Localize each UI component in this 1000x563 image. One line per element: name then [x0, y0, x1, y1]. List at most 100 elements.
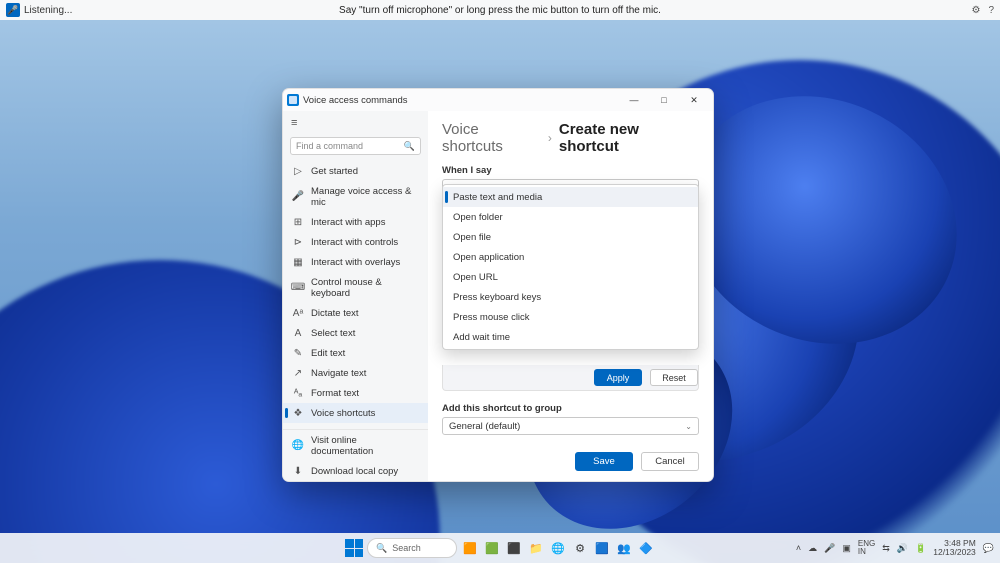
breadcrumb-parent[interactable]: Voice shortcuts	[442, 121, 541, 155]
sidebar-icon: ⊳	[292, 237, 304, 248]
app-logo-icon	[287, 94, 299, 106]
onedrive-icon[interactable]: ☁	[808, 543, 817, 554]
volume-icon[interactable]: 🔊	[897, 543, 908, 554]
cancel-button[interactable]: Cancel	[641, 452, 699, 471]
tray-chevron-icon[interactable]: ˄	[796, 543, 801, 553]
battery-icon[interactable]: 🔋	[915, 543, 926, 554]
taskbar-app-4[interactable]: 🟦	[593, 539, 611, 557]
maximize-button[interactable]: □	[649, 89, 679, 111]
voice-hint: Say "turn off microphone" or long press …	[339, 5, 661, 16]
action-option-open-folder[interactable]: Open folder	[443, 207, 698, 227]
notifications-icon[interactable]: 💬	[983, 543, 994, 554]
tray-app-icon[interactable]: ▣	[842, 543, 851, 554]
taskbar-app-6[interactable]: 🔷	[637, 539, 655, 557]
taskbar-search-placeholder: Search	[392, 543, 421, 553]
sidebar-item-manage-voice-access-mic[interactable]: 🎤 Manage voice access & mic	[283, 181, 428, 212]
sidebar-icon: ↗	[292, 368, 304, 379]
sidebar-item-navigate-text[interactable]: ↗ Navigate text	[283, 363, 428, 383]
group-label: Add this shortcut to group	[442, 403, 699, 414]
sidebar-item-label: Voice shortcuts	[311, 408, 375, 419]
clock[interactable]: 3:48 PM 12/13/2023	[933, 539, 976, 558]
sidebar-item-label: Download local copy	[311, 466, 398, 477]
search-icon: 🔍	[404, 141, 415, 152]
search-placeholder: Find a command	[296, 141, 363, 151]
action-option-press-keyboard-keys[interactable]: Press keyboard keys	[443, 287, 698, 307]
sidebar-item-interact-with-overlays[interactable]: ▦ Interact with overlays	[283, 252, 428, 272]
voice-access-bar: 🎤 Listening... Say "turn off microphone"…	[0, 0, 1000, 20]
voice-state-label: Listening...	[24, 5, 72, 16]
language-indicator[interactable]: ENGIN	[858, 540, 875, 556]
sidebar-item-label: Interact with overlays	[311, 257, 400, 268]
breadcrumb-current: Create new shortcut	[559, 121, 699, 155]
sidebar-icon: ⬇	[292, 466, 304, 477]
action-option-paste-text-and-media[interactable]: Paste text and media	[443, 187, 698, 207]
action-option-open-application[interactable]: Open application	[443, 247, 698, 267]
settings-taskbar-icon[interactable]: ⚙	[571, 539, 589, 557]
taskbar-app-2[interactable]: 🟩	[483, 539, 501, 557]
sidebar-item-label: Control mouse & keyboard	[311, 277, 419, 299]
file-explorer-icon[interactable]: 📁	[527, 539, 545, 557]
action-option-add-wait-time[interactable]: Add wait time	[443, 327, 698, 347]
sidebar-item-edit-text[interactable]: ✎ Edit text	[283, 343, 428, 363]
sidebar-icon: ✎	[292, 348, 304, 359]
sidebar-item-control-mouse-keyboard[interactable]: ⌨ Control mouse & keyboard	[283, 272, 428, 303]
search-input[interactable]: Find a command 🔍	[290, 137, 421, 155]
titlebar[interactable]: Voice access commands — □ ✕	[283, 89, 713, 111]
voice-state[interactable]: 🎤 Listening...	[6, 3, 72, 17]
sidebar-item-label: Navigate text	[311, 368, 366, 379]
sidebar: ≡ Find a command 🔍 ▷Get started 🎤 Manage v…	[283, 111, 428, 481]
action-dropdown: Paste text and mediaOpen folderOpen file…	[442, 184, 699, 350]
taskbar-app-1[interactable]: 🟧	[461, 539, 479, 557]
sidebar-item-voice-shortcuts[interactable]: ❖ Voice shortcuts	[283, 403, 428, 423]
sidebar-icon: ⌨	[292, 282, 304, 293]
sidebar-item-dictate-text[interactable]: AᵃDictate text	[283, 303, 428, 323]
taskbar-app-5[interactable]: 👥	[615, 539, 633, 557]
sidebar-item-format-text[interactable]: ᴬₐ Format text	[283, 383, 428, 403]
when-i-say-label: When I say	[442, 165, 699, 176]
sidebar-item-select-text[interactable]: ASelect text	[283, 323, 428, 343]
start-button[interactable]	[345, 539, 363, 557]
settings-icon[interactable]: ⚙	[971, 5, 980, 16]
action-option-press-mouse-click[interactable]: Press mouse click	[443, 307, 698, 327]
sidebar-item-label: Interact with apps	[311, 217, 385, 228]
sidebar-icon: A	[292, 328, 304, 339]
microphone-icon: 🎤	[6, 3, 20, 17]
sidebar-icon: ▦	[292, 257, 304, 268]
taskbar: 🔍 Search 🟧 🟩 ⬛ 📁 🌐 ⚙ 🟦 👥 🔷 ˄ ☁ 🎤 ▣ ENGIN…	[0, 533, 1000, 563]
sidebar-icon: ⊞	[292, 217, 304, 228]
apply-button[interactable]: Apply	[594, 369, 642, 386]
sidebar-item-label: Dictate text	[311, 308, 359, 319]
action-option-open-url[interactable]: Open URL	[443, 267, 698, 287]
breadcrumb: Voice shortcuts › Create new shortcut	[442, 121, 699, 155]
taskbar-search[interactable]: 🔍 Search	[367, 538, 457, 558]
hamburger-icon[interactable]: ≡	[283, 111, 428, 135]
sidebar-icon: 🌐	[292, 440, 304, 451]
sidebar-item-interact-with-apps[interactable]: ⊞ Interact with apps	[283, 212, 428, 232]
sidebar-icon: ❖	[292, 408, 304, 419]
sidebar-item-label: Manage voice access & mic	[311, 186, 419, 208]
edge-icon[interactable]: 🌐	[549, 539, 567, 557]
wifi-icon[interactable]: ⇆	[882, 543, 890, 554]
tray-mic-icon[interactable]: 🎤	[824, 543, 835, 554]
sidebar-icon: ᴬₐ	[292, 388, 304, 399]
sidebar-item-label: Edit text	[311, 348, 345, 359]
group-select[interactable]: General (default) ⌄	[442, 417, 699, 435]
close-button[interactable]: ✕	[679, 89, 709, 111]
sidebar-item-interact-with-controls[interactable]: ⊳ Interact with controls	[283, 232, 428, 252]
help-icon[interactable]: ?	[988, 5, 994, 16]
sidebar-item-label: Get started	[311, 166, 358, 177]
sidebar-item-label: Format text	[311, 388, 359, 399]
chevron-down-icon: ⌄	[685, 422, 692, 431]
sidebar-item-visit-online-documentation[interactable]: 🌐 Visit online documentation	[283, 430, 428, 461]
action-option-open-file[interactable]: Open file	[443, 227, 698, 247]
minimize-button[interactable]: —	[619, 89, 649, 111]
sidebar-item-download-local-copy[interactable]: ⬇ Download local copy	[283, 461, 428, 481]
taskbar-app-3[interactable]: ⬛	[505, 539, 523, 557]
sidebar-item-label: Interact with controls	[311, 237, 398, 248]
sidebar-item-get-started[interactable]: ▷Get started	[283, 161, 428, 181]
voice-access-commands-window: Voice access commands — □ ✕ ≡ Find a com…	[282, 88, 714, 482]
reset-button[interactable]: Reset	[650, 369, 698, 386]
sidebar-item-label: Visit online documentation	[311, 435, 419, 457]
save-button[interactable]: Save	[575, 452, 633, 471]
sidebar-icon: 🎤	[292, 191, 304, 202]
